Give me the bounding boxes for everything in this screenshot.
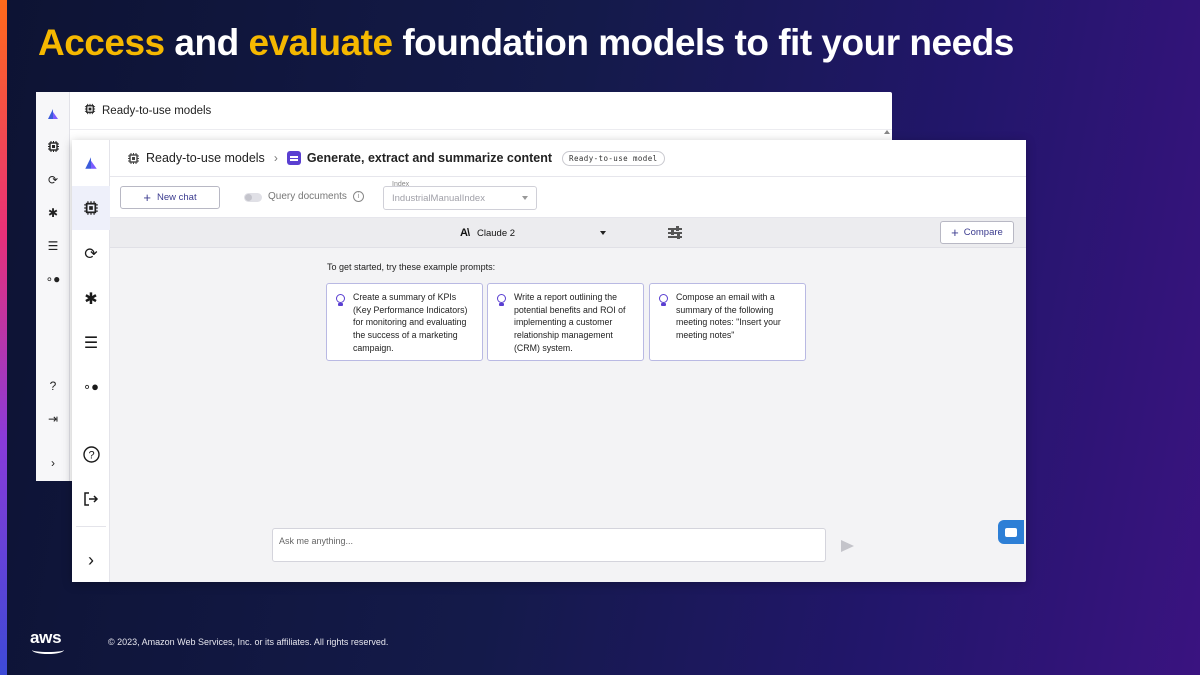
lightbulb-icon xyxy=(497,294,506,306)
chip-icon[interactable] xyxy=(45,138,61,154)
lightbulb-icon xyxy=(659,294,668,306)
query-documents-toggle[interactable] xyxy=(244,193,262,202)
breadcrumb-parent-link[interactable]: Ready-to-use models xyxy=(146,151,265,165)
example-prompt-text: Write a report outlining the potential b… xyxy=(514,292,626,353)
plus-icon: + xyxy=(143,190,151,205)
back-header-title: Ready-to-use models xyxy=(102,104,212,117)
chat-input-placeholder: Ask me anything... xyxy=(279,536,354,546)
example-prompts-title: To get started, try these example prompt… xyxy=(327,262,496,272)
svg-text:?: ? xyxy=(88,449,94,461)
anthropic-logo-icon: A\ xyxy=(460,227,470,239)
chevron-right-icon: › xyxy=(88,549,94,570)
nav-expand[interactable]: › xyxy=(72,538,110,582)
new-chat-label: New chat xyxy=(156,192,197,203)
compare-button[interactable]: + Compare xyxy=(940,221,1014,244)
back-header: Ready-to-use models xyxy=(70,92,892,130)
chip-icon xyxy=(84,201,98,215)
title-highlight-evaluate: evaluate xyxy=(248,22,393,63)
help-icon[interactable]: ? xyxy=(45,378,61,394)
model-select[interactable]: A\ Claude 2 xyxy=(460,226,610,240)
slide-title: Access and evaluate foundation models to… xyxy=(38,22,1014,64)
refresh-icon: ⟳ xyxy=(84,246,98,263)
logout-icon xyxy=(84,492,99,506)
expand-chevron-icon[interactable]: › xyxy=(45,455,61,471)
model-bar: A\ Claude 2 + Compare xyxy=(110,218,1026,248)
back-sidebar: ⟳ ✱ ☰ ∘● ? ⇥ › xyxy=(36,92,70,481)
breadcrumb-chevron-icon: › xyxy=(273,151,278,165)
aws-logo-text: aws xyxy=(30,628,62,647)
model-type-badge: Ready-to-use model xyxy=(562,150,665,166)
chip-icon xyxy=(84,103,96,118)
chevron-down-icon xyxy=(522,196,528,200)
breadcrumb-current: Generate, extract and summarize content xyxy=(286,151,553,165)
index-select[interactable]: IndustrialManualIndex xyxy=(383,186,537,210)
new-chat-button[interactable]: + New chat xyxy=(120,186,220,209)
refresh-icon[interactable]: ⟳ xyxy=(45,172,61,188)
asterisk-icon: ✱ xyxy=(84,291,98,308)
aws-logo: aws xyxy=(30,629,68,657)
scroll-up-arrow-icon[interactable] xyxy=(884,130,890,134)
nav-logout[interactable] xyxy=(72,477,110,521)
toggle-dots-icon[interactable]: ∘● xyxy=(45,271,61,287)
toolbar: + New chat Query documents i Index Indus… xyxy=(110,177,1026,218)
chat-input[interactable]: Ask me anything... xyxy=(272,528,826,562)
compare-label: Compare xyxy=(963,227,1003,238)
example-prompt-card[interactable]: Create a summary of KPIs (Key Performanc… xyxy=(326,283,483,361)
slide-accent-stripe xyxy=(0,0,7,675)
plus-icon: + xyxy=(951,225,959,240)
nav-list[interactable]: ☰ xyxy=(72,321,110,365)
nav-help[interactable]: ? xyxy=(72,432,110,476)
title-highlight-access: Access xyxy=(38,22,165,63)
example-prompt-text: Create a summary of KPIs (Key Performanc… xyxy=(353,292,468,353)
nav-refresh[interactable]: ⟳ xyxy=(72,232,110,276)
copyright-text: © 2023, Amazon Web Services, Inc. or its… xyxy=(108,637,389,647)
list-icon: ☰ xyxy=(83,335,99,352)
nav-ready-to-use-models[interactable] xyxy=(72,186,110,230)
model-select-value: Claude 2 xyxy=(477,227,516,239)
lightbulb-icon xyxy=(336,294,345,306)
chevron-down-icon xyxy=(600,231,606,235)
asterisk-icon[interactable]: ✱ xyxy=(45,205,61,221)
example-prompt-text: Compose an email with a summary of the f… xyxy=(676,292,781,341)
canvas-logo-icon[interactable] xyxy=(45,106,61,122)
list-icon[interactable]: ☰ xyxy=(45,238,61,254)
front-sidebar: ⟳ ✱ ☰ ∘● ? › xyxy=(72,140,110,582)
title-text-and: and xyxy=(164,22,249,63)
generate-content-icon xyxy=(286,151,301,165)
sliders-settings-icon[interactable] xyxy=(668,226,682,239)
example-prompt-card[interactable]: Write a report outlining the potential b… xyxy=(487,283,644,361)
title-text-rest: foundation models to fit your needs xyxy=(392,22,1014,63)
breadcrumb-current-label: Generate, extract and summarize content xyxy=(306,151,553,165)
chip-icon xyxy=(127,152,140,165)
main-panel: Ready-to-use models › Generate, extract … xyxy=(110,140,1026,582)
canvas-logo-icon[interactable] xyxy=(72,140,110,186)
help-icon: ? xyxy=(82,445,100,463)
front-window: ⟳ ✱ ☰ ∘● ? › Ready-to-use models › Gener… xyxy=(72,140,1026,582)
logout-icon[interactable]: ⇥ xyxy=(45,411,61,427)
nav-toggle[interactable]: ∘● xyxy=(72,365,110,409)
toggle-dots-icon: ∘● xyxy=(83,379,99,394)
aws-smile-icon xyxy=(32,646,64,654)
breadcrumb: Ready-to-use models › Generate, extract … xyxy=(110,140,1026,177)
index-select-value: IndustrialManualIndex xyxy=(392,192,485,204)
feedback-button[interactable] xyxy=(998,520,1024,544)
send-icon[interactable] xyxy=(841,540,854,552)
sidebar-divider xyxy=(76,526,106,527)
example-prompt-card[interactable]: Compose an email with a summary of the f… xyxy=(649,283,806,361)
query-documents-label: Query documents xyxy=(268,191,347,202)
nav-asterisk[interactable]: ✱ xyxy=(72,277,110,321)
info-icon[interactable]: i xyxy=(353,191,364,202)
chat-bubble-icon xyxy=(1005,527,1017,537)
